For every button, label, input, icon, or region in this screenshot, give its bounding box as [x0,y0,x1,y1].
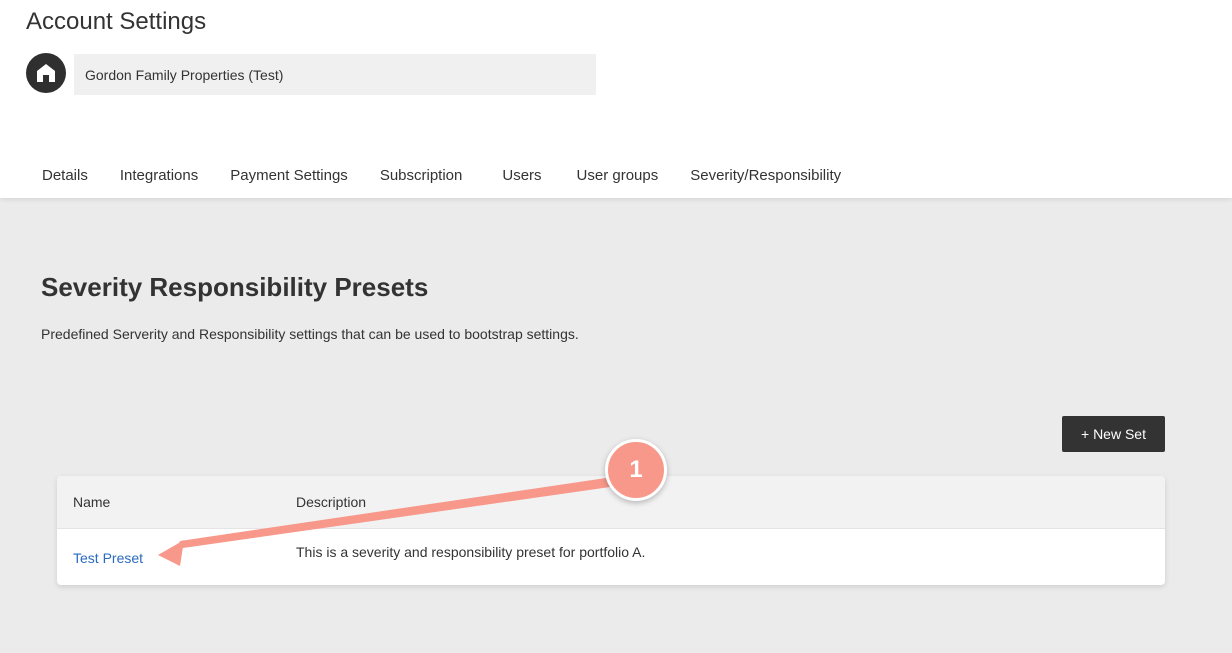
tab-payment-settings[interactable]: Payment Settings [214,156,364,196]
page-title: Account Settings [26,8,207,35]
tab-severity-responsibility[interactable]: Severity/Responsibility [674,156,857,196]
page-header: Account Settings Gordon Family Propertie… [0,0,1232,198]
table-row: Test Preset This is a severity and respo… [57,529,1165,585]
tab-details[interactable]: Details [26,156,104,196]
tab-integrations[interactable]: Integrations [104,156,214,196]
tab-subscription[interactable]: Subscription [364,156,483,196]
annotation-step-badge: 1 [605,439,667,501]
section-description: Predefined Serverity and Responsibility … [41,326,579,342]
account-name: Gordon Family Properties (Test) [85,66,284,83]
home-logo-icon [26,53,66,93]
account-selector[interactable]: Gordon Family Properties (Test) [74,54,596,95]
tab-users[interactable]: Users [482,156,560,196]
presets-table: Name Description Test Preset This is a s… [57,476,1165,585]
column-header-name: Name [73,494,111,510]
preset-description: This is a severity and responsibility pr… [296,544,646,560]
tab-user-groups[interactable]: User groups [561,156,675,196]
new-set-button[interactable]: + New Set [1062,416,1165,452]
settings-tabs: Details Integrations Payment Settings Su… [26,156,857,196]
column-header-description: Description [296,494,367,510]
preset-name-link[interactable]: Test Preset [73,550,143,566]
section-title: Severity Responsibility Presets [41,272,429,302]
